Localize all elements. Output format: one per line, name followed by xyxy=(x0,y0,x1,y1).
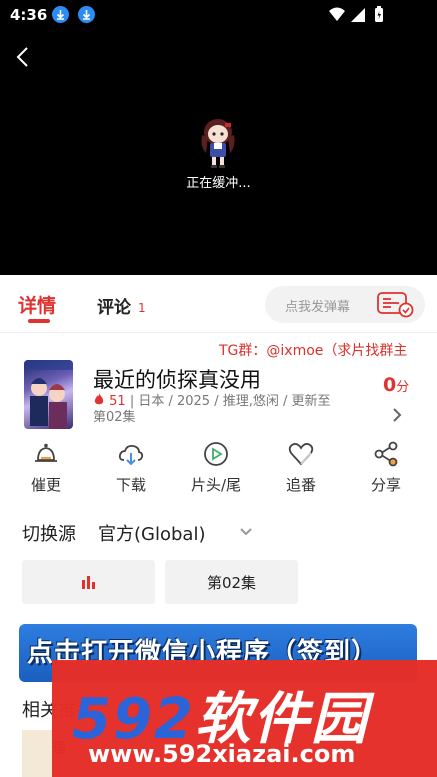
cloud-download-icon xyxy=(118,444,144,466)
status-time: 4:36 xyxy=(10,6,48,24)
action-label: 追番 xyxy=(285,476,316,494)
watermark-overlay: 592软件园 www.592xiazai.com xyxy=(52,660,437,777)
source-select[interactable]: 官方(Global) xyxy=(98,520,205,546)
wifi-icon xyxy=(329,7,345,21)
comments-count-badge: 1 xyxy=(138,301,146,315)
download-notification-icon xyxy=(78,6,95,23)
action-label: 下载 xyxy=(115,476,146,494)
anime-score: 0分 xyxy=(383,374,409,396)
episode-sort-button[interactable] xyxy=(22,560,155,604)
bar-chart-icon xyxy=(82,576,95,589)
signal-icon xyxy=(351,8,365,22)
share-button[interactable]: 分享 xyxy=(356,440,416,495)
tab-detail[interactable]: 详情 xyxy=(18,291,56,318)
episode-item[interactable]: 第02集 xyxy=(165,560,298,604)
watermark-url: www.592xiazai.com xyxy=(88,740,356,768)
status-bar: 4:36 xyxy=(0,0,437,30)
play-circle-icon xyxy=(204,442,228,466)
status-icons xyxy=(327,6,407,28)
urge-update-button[interactable]: 催更 xyxy=(16,440,76,495)
anime-meta-episode: 第02集 xyxy=(93,410,136,425)
danmaku-settings-icon[interactable] xyxy=(377,292,415,318)
anime-poster[interactable] xyxy=(24,360,73,429)
tab-bar: 详情 评论 1 点我发弹幕 xyxy=(0,275,437,333)
score-unit: 分 xyxy=(396,380,410,395)
back-arrow-icon[interactable] xyxy=(12,44,36,70)
chevron-right-icon[interactable] xyxy=(390,406,404,424)
video-player[interactable]: 4:36 正在缓冲... xyxy=(0,0,437,275)
episode-label: 第02集 xyxy=(206,574,257,592)
action-label: 片头/尾 xyxy=(190,476,242,494)
action-label: 分享 xyxy=(370,476,401,494)
action-label: 催更 xyxy=(30,476,61,494)
share-icon xyxy=(374,441,398,467)
follow-button[interactable]: 追番 xyxy=(271,440,331,495)
meta-text: | 日本 / 2025 / 推理,悠闲 / 更新至 xyxy=(125,394,331,409)
heart-icon xyxy=(288,443,314,466)
tab-comments[interactable]: 评论 xyxy=(97,293,131,318)
source-label: 切换源 xyxy=(22,524,76,545)
danmaku-placeholder: 点我发弹幕 xyxy=(285,300,351,315)
danmaku-input[interactable]: 点我发弹幕 xyxy=(265,286,425,323)
download-button[interactable]: 下载 xyxy=(101,440,161,495)
tg-group-notice: TG群：@ixmoe（求片找群主 xyxy=(219,343,408,359)
intro-outro-button[interactable]: 片头/尾 xyxy=(186,440,246,495)
tab-underline xyxy=(28,319,50,323)
chevron-down-icon[interactable] xyxy=(238,524,254,538)
loading-mascot-icon xyxy=(198,117,238,169)
score-value: 0 xyxy=(383,374,397,396)
buffering-text: 正在缓冲... xyxy=(186,176,251,191)
bell-icon xyxy=(35,443,57,462)
download-notification-icon xyxy=(52,6,69,23)
